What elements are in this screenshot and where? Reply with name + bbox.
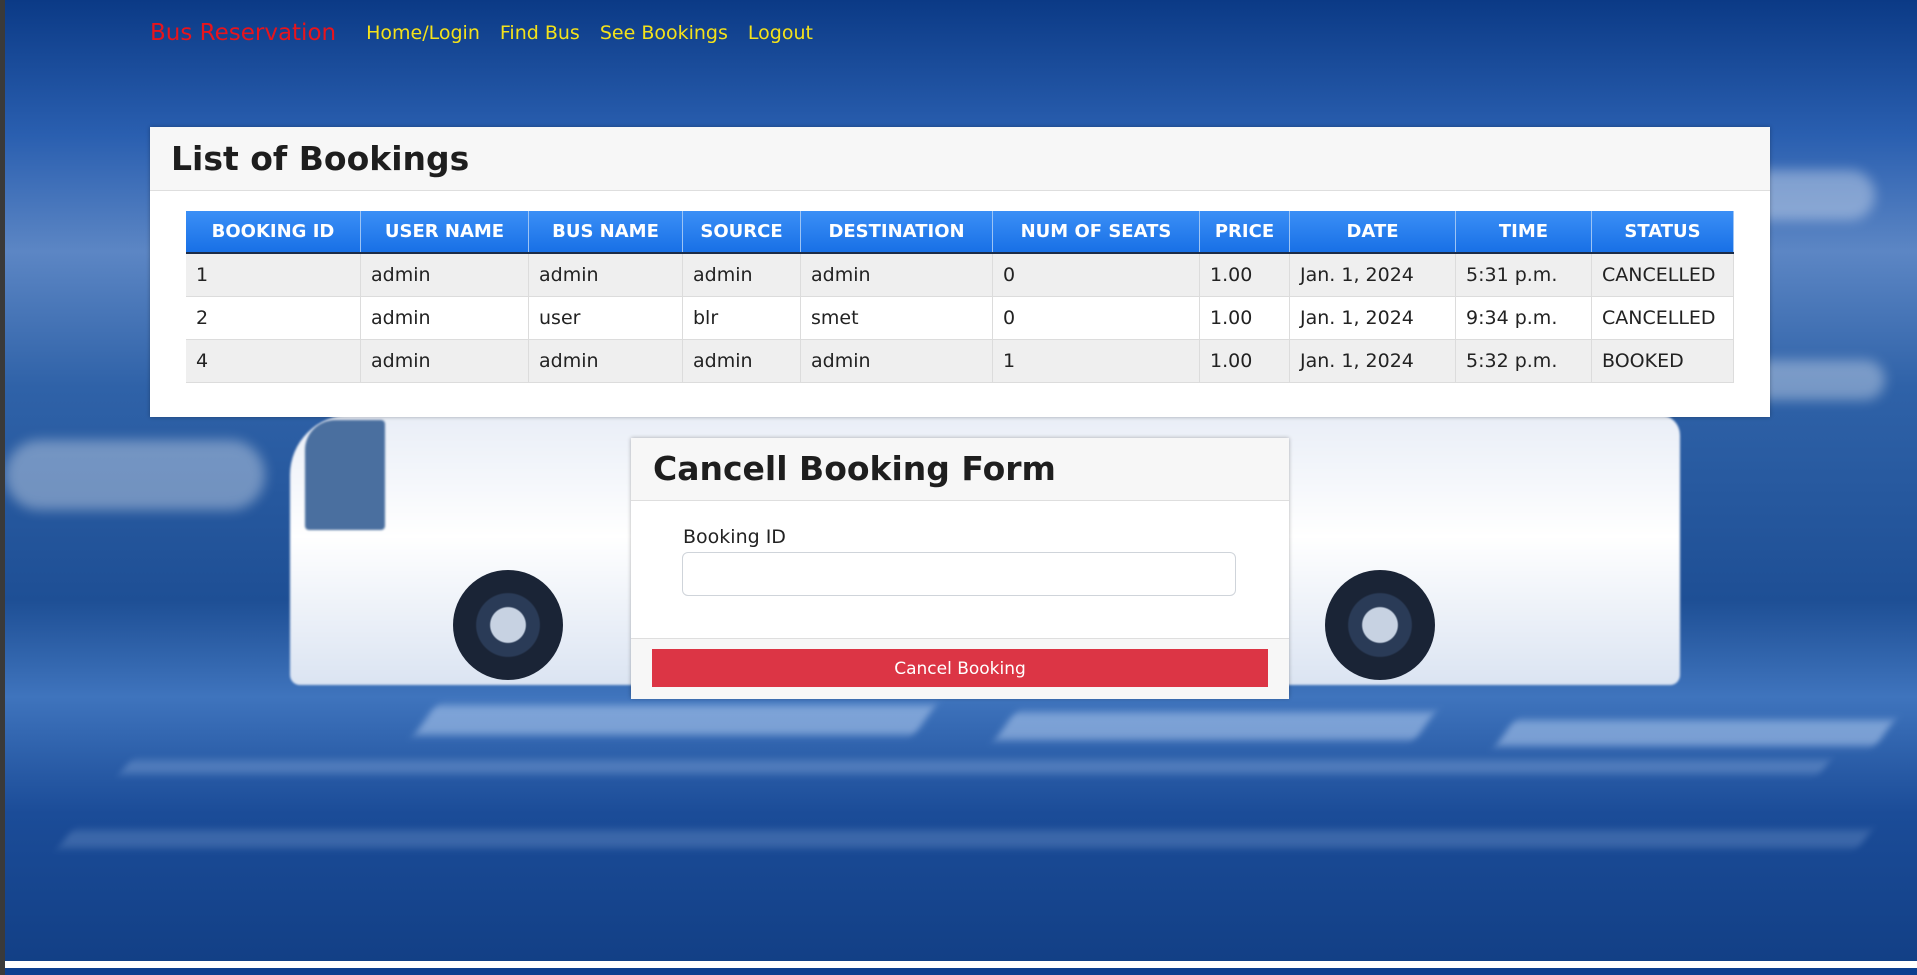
booking-id-label: Booking ID xyxy=(683,526,786,548)
nav-link-see-bookings[interactable]: See Bookings xyxy=(600,22,728,44)
cancel-form-footer: Cancel Booking xyxy=(631,638,1289,699)
cell-booking-id: 2 xyxy=(186,296,361,340)
column-header-price: PRICE xyxy=(1199,211,1290,254)
cell-destination: smet xyxy=(800,296,993,340)
column-header-bus-name: BUS NAME xyxy=(528,211,683,254)
cell-price: 1.00 xyxy=(1199,296,1290,340)
cell-user-name: admin xyxy=(360,253,529,297)
cell-destination: admin xyxy=(800,339,993,383)
cell-price: 1.00 xyxy=(1199,253,1290,297)
cell-bus-name: user xyxy=(528,296,683,340)
column-header-date: DATE xyxy=(1289,211,1456,254)
cell-time: 9:34 p.m. xyxy=(1455,296,1592,340)
column-header-status: STATUS xyxy=(1591,211,1734,254)
cell-source: blr xyxy=(682,296,801,340)
cell-date: Jan. 1, 2024 xyxy=(1289,253,1456,297)
cell-source: admin xyxy=(682,339,801,383)
nav-link-find-bus[interactable]: Find Bus xyxy=(500,22,580,44)
cell-num-of-seats: 0 xyxy=(992,253,1200,297)
cancel-booking-button[interactable]: Cancel Booking xyxy=(652,649,1268,687)
cell-status: BOOKED xyxy=(1591,339,1734,383)
cancel-form-title: Cancell Booking Form xyxy=(631,438,1289,501)
column-header-num-of-seats: NUM OF SEATS xyxy=(992,211,1200,254)
cell-price: 1.00 xyxy=(1199,339,1290,383)
table-header-row: BOOKING ID USER NAME BUS NAME SOURCE DES… xyxy=(186,211,1734,254)
table-row: 4 admin admin admin admin 1 1.00 Jan. 1,… xyxy=(186,339,1734,383)
cell-bus-name: admin xyxy=(528,339,683,383)
cancel-booking-card: Cancell Booking Form Booking ID Cancel B… xyxy=(631,438,1289,699)
column-header-destination: DESTINATION xyxy=(800,211,993,254)
column-header-source: SOURCE xyxy=(682,211,801,254)
bookings-card: List of Bookings BOOKING ID USER NAME BU… xyxy=(150,127,1770,417)
table-row: 2 admin user blr smet 0 1.00 Jan. 1, 202… xyxy=(186,296,1734,340)
bookings-table: BOOKING ID USER NAME BUS NAME SOURCE DES… xyxy=(186,211,1734,383)
column-header-time: TIME xyxy=(1455,211,1592,254)
cell-num-of-seats: 0 xyxy=(992,296,1200,340)
table-row: 1 admin admin admin admin 0 1.00 Jan. 1,… xyxy=(186,253,1734,297)
cell-status: CANCELLED xyxy=(1591,296,1734,340)
cell-date: Jan. 1, 2024 xyxy=(1289,296,1456,340)
cell-booking-id: 1 xyxy=(186,253,361,297)
cell-status: CANCELLED xyxy=(1591,253,1734,297)
column-header-booking-id: BOOKING ID xyxy=(186,211,361,254)
cell-bus-name: admin xyxy=(528,253,683,297)
cell-time: 5:32 p.m. xyxy=(1455,339,1592,383)
cell-user-name: admin xyxy=(360,296,529,340)
cell-date: Jan. 1, 2024 xyxy=(1289,339,1456,383)
cell-destination: admin xyxy=(800,253,993,297)
brand-link[interactable]: Bus Reservation xyxy=(150,20,336,46)
cell-source: admin xyxy=(682,253,801,297)
nav-link-home-login[interactable]: Home/Login xyxy=(366,22,480,44)
booking-id-input[interactable] xyxy=(682,552,1236,596)
cell-user-name: admin xyxy=(360,339,529,383)
bookings-title: List of Bookings xyxy=(150,127,1770,191)
column-header-user-name: USER NAME xyxy=(360,211,529,254)
top-navbar: Bus Reservation Home/Login Find Bus See … xyxy=(150,18,833,48)
nav-link-logout[interactable]: Logout xyxy=(748,22,813,44)
cell-booking-id: 4 xyxy=(186,339,361,383)
cell-num-of-seats: 1 xyxy=(992,339,1200,383)
cell-time: 5:31 p.m. xyxy=(1455,253,1592,297)
